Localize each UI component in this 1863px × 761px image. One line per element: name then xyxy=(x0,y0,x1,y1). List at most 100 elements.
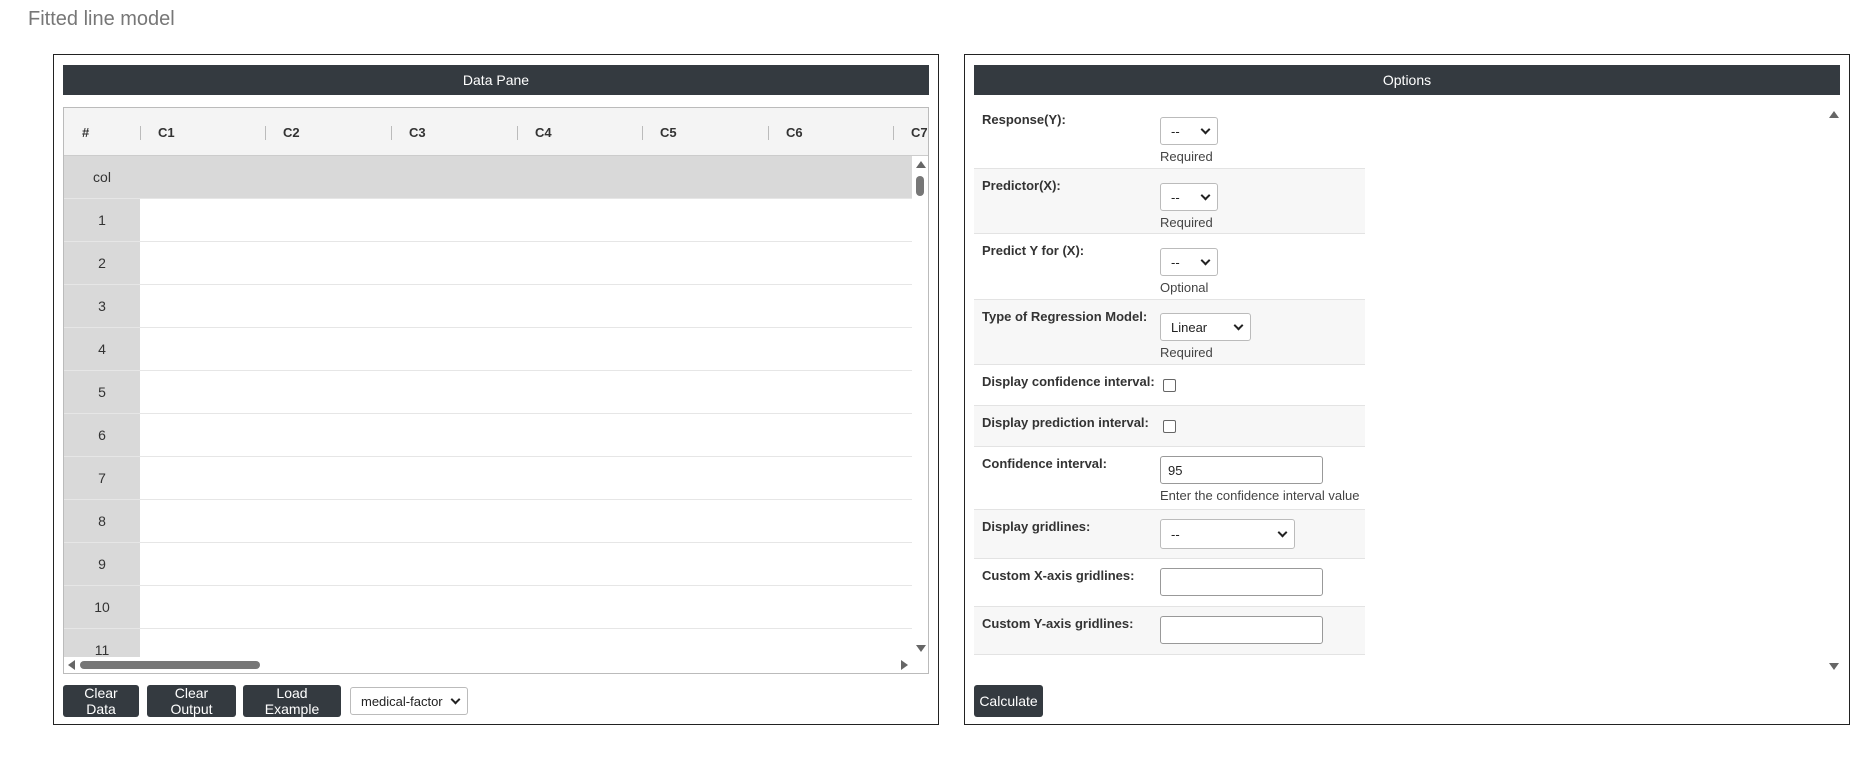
row-number: 5 xyxy=(64,371,140,413)
data-pane-panel: Data Pane # C1 C2 C3 C4 C5 C6 C7 col 1 2… xyxy=(53,54,939,725)
column-header-c5[interactable]: C5 xyxy=(642,108,677,156)
example-select[interactable]: medical-factor xyxy=(350,687,468,715)
table-row[interactable]: 11 xyxy=(64,629,912,657)
custom-y-label: Custom Y-axis gridlines: xyxy=(982,616,1134,631)
clear-data-button[interactable]: Clear Data xyxy=(63,685,139,717)
row-cells[interactable] xyxy=(140,242,912,284)
table-row[interactable]: 7 xyxy=(64,457,912,500)
gridlines-select[interactable]: -- xyxy=(1160,519,1295,549)
model-type-select-value: Linear xyxy=(1171,319,1208,335)
response-label: Response(Y): xyxy=(982,112,1066,127)
clear-output-button[interactable]: Clear Output xyxy=(147,685,236,717)
horizontal-scrollbar[interactable] xyxy=(64,657,912,673)
grid-body: col 1 2 3 4 5 6 7 8 9 10 11 xyxy=(64,156,912,657)
scroll-right-arrow-icon[interactable] xyxy=(901,660,908,670)
table-row[interactable]: 1 xyxy=(64,199,912,242)
option-row-predictor: Predictor(X): -- Required xyxy=(974,169,1365,234)
calculate-button[interactable]: Calculate xyxy=(974,685,1043,717)
option-row-display-ci: Display confidence interval: xyxy=(974,365,1365,406)
column-header-c6[interactable]: C6 xyxy=(768,108,803,156)
chevron-down-icon xyxy=(1233,320,1244,331)
display-pi-label: Display prediction interval: xyxy=(982,415,1149,430)
load-example-button[interactable]: Load Example xyxy=(243,685,341,717)
custom-x-label: Custom X-axis gridlines: xyxy=(982,568,1135,583)
row-cells[interactable] xyxy=(140,500,912,542)
gridlines-label: Display gridlines: xyxy=(982,519,1091,534)
row-cells[interactable] xyxy=(140,156,912,198)
model-type-label: Type of Regression Model: xyxy=(982,309,1148,324)
response-hint: Required xyxy=(1160,149,1213,164)
column-header-c1[interactable]: C1 xyxy=(140,108,175,156)
predictor-label: Predictor(X): xyxy=(982,178,1061,193)
predictor-select[interactable]: -- xyxy=(1160,183,1218,211)
table-row[interactable]: 2 xyxy=(64,242,912,285)
table-row[interactable]: 4 xyxy=(64,328,912,371)
row-cells[interactable] xyxy=(140,328,912,370)
horizontal-scroll-thumb[interactable] xyxy=(80,661,260,669)
column-header-c7[interactable]: C7 xyxy=(893,108,928,156)
gridlines-select-value: -- xyxy=(1171,526,1180,542)
column-header-c3[interactable]: C3 xyxy=(391,108,426,156)
predict-y-select[interactable]: -- xyxy=(1160,248,1218,276)
scroll-up-arrow-icon[interactable] xyxy=(916,161,926,168)
table-row[interactable]: 10 xyxy=(64,586,912,629)
row-number: 2 xyxy=(64,242,140,284)
row-cells[interactable] xyxy=(140,543,912,585)
chevron-down-icon xyxy=(450,694,461,705)
table-row[interactable]: 5 xyxy=(64,371,912,414)
vertical-scrollbar[interactable] xyxy=(912,156,928,657)
row-cells[interactable] xyxy=(140,199,912,241)
grid-header: # C1 C2 C3 C4 C5 C6 C7 xyxy=(64,108,928,156)
row-number: 9 xyxy=(64,543,140,585)
row-number: 11 xyxy=(64,629,140,657)
display-pi-checkbox[interactable] xyxy=(1163,420,1176,433)
vertical-scroll-thumb[interactable] xyxy=(916,176,924,196)
predictor-select-value: -- xyxy=(1171,189,1180,205)
table-row[interactable]: 9 xyxy=(64,543,912,586)
row-cells[interactable] xyxy=(140,371,912,413)
row-cells[interactable] xyxy=(140,586,912,628)
options-form: Response(Y): -- Required Predictor(X): -… xyxy=(974,103,1840,671)
row-number: 4 xyxy=(64,328,140,370)
display-ci-checkbox[interactable] xyxy=(1163,379,1176,392)
confidence-hint: Enter the confidence interval value xyxy=(1160,488,1360,503)
options-scroll-down-icon[interactable] xyxy=(1829,663,1839,670)
predict-y-label: Predict Y for (X): xyxy=(982,243,1085,258)
row-cells[interactable] xyxy=(140,629,912,657)
options-panel: Options Response(Y): -- Required Predict… xyxy=(964,54,1850,725)
option-row-predict-y: Predict Y for (X): -- Optional xyxy=(974,234,1365,300)
row-label: col xyxy=(64,156,140,198)
custom-y-input[interactable] xyxy=(1160,616,1323,644)
row-cells[interactable] xyxy=(140,457,912,499)
page-title: Fitted line model xyxy=(28,8,175,30)
predictor-hint: Required xyxy=(1160,215,1213,230)
option-row-gridlines: Display gridlines: -- xyxy=(974,510,1365,559)
scroll-left-arrow-icon[interactable] xyxy=(68,660,75,670)
chevron-down-icon xyxy=(1200,255,1211,266)
chevron-down-icon xyxy=(1277,527,1288,538)
row-cells[interactable] xyxy=(140,414,912,456)
options-header: Options xyxy=(974,65,1840,95)
example-select-value: medical-factor xyxy=(361,693,443,709)
row-number: 6 xyxy=(64,414,140,456)
option-row-display-pi: Display prediction interval: xyxy=(974,406,1365,447)
table-row[interactable]: 8 xyxy=(64,500,912,543)
table-row[interactable]: 6 xyxy=(64,414,912,457)
display-ci-label: Display confidence interval: xyxy=(982,374,1155,389)
response-select[interactable]: -- xyxy=(1160,117,1218,145)
custom-x-input[interactable] xyxy=(1160,568,1323,596)
column-header-c4[interactable]: C4 xyxy=(517,108,552,156)
column-header-index[interactable]: # xyxy=(64,108,89,156)
confidence-label: Confidence interval: xyxy=(982,456,1107,471)
row-cells[interactable] xyxy=(140,285,912,327)
column-header-c2[interactable]: C2 xyxy=(265,108,300,156)
scroll-down-arrow-icon[interactable] xyxy=(916,645,926,652)
data-pane-header: Data Pane xyxy=(63,65,929,95)
data-grid[interactable]: # C1 C2 C3 C4 C5 C6 C7 col 1 2 3 4 5 6 7… xyxy=(63,107,929,674)
confidence-input[interactable]: 95 xyxy=(1160,456,1323,484)
table-row[interactable]: col xyxy=(64,156,912,199)
model-type-select[interactable]: Linear xyxy=(1160,313,1251,341)
options-scroll-up-icon[interactable] xyxy=(1829,111,1839,118)
option-row-custom-y: Custom Y-axis gridlines: xyxy=(974,607,1365,655)
table-row[interactable]: 3 xyxy=(64,285,912,328)
